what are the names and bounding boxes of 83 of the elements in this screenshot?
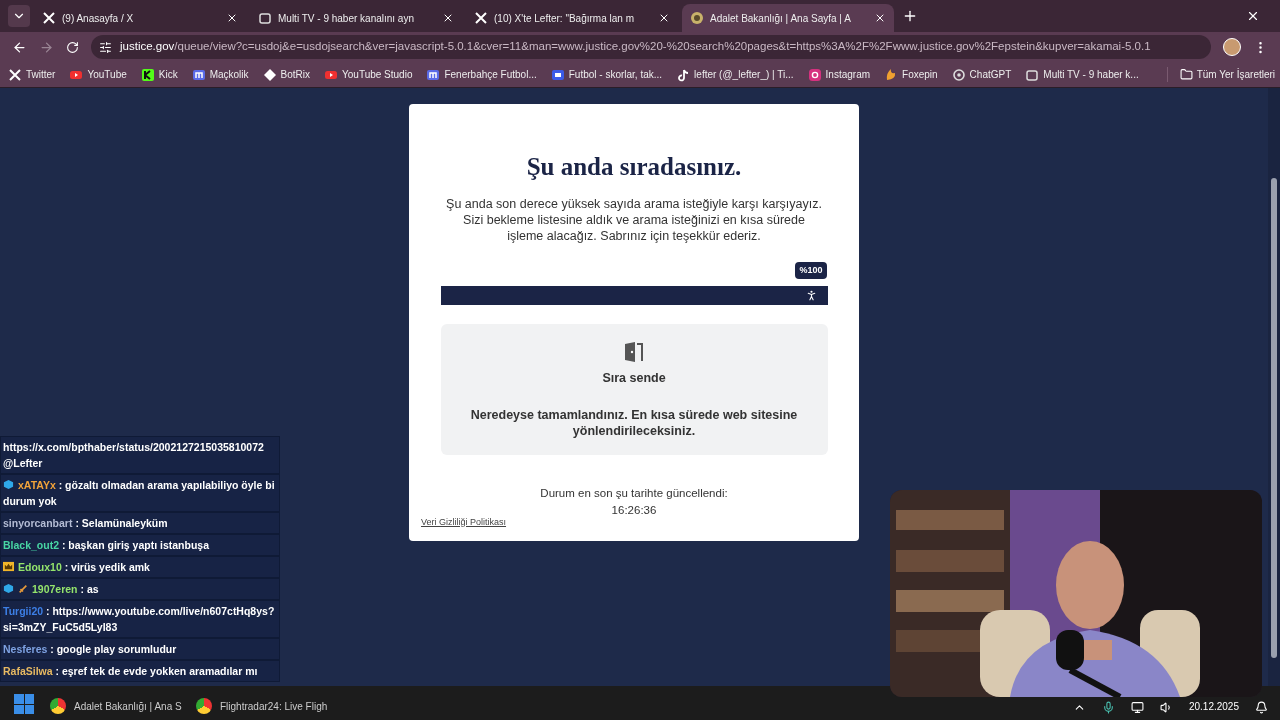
browser-icon [196,698,212,714]
folder-icon [1179,68,1193,81]
tab-title: Multi TV - 9 haber kanalını ayn [278,11,415,26]
close-tab-icon[interactable] [442,12,454,24]
status-text: Neredeyse tamamlandınız. En kısa sürede web sitesine yönlendirileceksiniz. [469,406,799,439]
volume-icon[interactable] [1159,701,1173,714]
bookmark-item[interactable]: lefter (@_lefter_) | Ti... [676,67,794,82]
chat-message: Edoux10 : virüs yedik amk [1,557,279,577]
network-icon[interactable] [1130,701,1144,714]
browser-tab[interactable]: Adalet Bakanlığı | Ana Sayfa | A [682,4,894,32]
reload-icon[interactable] [66,40,79,54]
all-bookmarks-button[interactable]: Tüm Yer İşaretleri [1166,67,1276,82]
m-logo-icon [426,67,441,82]
forward-icon[interactable] [39,39,54,55]
crown-icon [3,561,14,572]
bookmark-item[interactable]: Futbol - skorlar, tak... [550,67,663,82]
flower-logo-icon [951,67,966,82]
diamond-icon [262,67,277,82]
progress-label: %100 [795,261,827,279]
cube-icon [3,479,14,490]
taskbar-app[interactable]: Flightradar24: Live Fligh [196,698,326,714]
chat-message: Black_out2 : başkan giriş yaptı istanbuşa [1,535,279,555]
chat-message: https://x.com/bpthaber/status/2002127215035810072 @Lefter [1,437,279,473]
close-window-icon[interactable] [1246,9,1260,23]
bookmark-item[interactable]: Instagram [807,67,871,82]
address-field[interactable]: justice.gov/queue/view?c=usdoj&e=usdojsearch&ver=javascript-5.0.1&cver=11&man=www.justice.gov%20-%20search%20pages&t=https%3A%2F%2Fwww.justice.gov%2Fepstein&kupver=akamai-5.0.1 [91,35,1211,59]
bookmark-item[interactable]: BotRix [262,67,310,82]
tv-icon [258,11,272,25]
bookmark-item[interactable]: ChatGPT [951,67,1012,82]
new-tab-icon[interactable] [902,8,918,24]
square-logo-icon [550,67,565,82]
chat-message: xATAYx : gözaltı olmadan arama yapılabiliyo öyle bi durum yok [1,475,279,511]
cube-icon [3,583,14,594]
taskbar-app[interactable]: Adalet Bakanlığı | Ana S [50,698,180,714]
bookmark-item[interactable]: YouTube Studio [324,67,413,82]
sword-icon [18,584,28,594]
m-logo-icon [191,67,206,82]
microphone-icon[interactable] [1101,701,1115,714]
note-logo-icon [676,67,691,82]
close-tab-icon[interactable] [226,12,238,24]
chat-message: Nesferes : google play sorumludur [1,639,279,659]
x-logo-icon [8,67,22,82]
emblem-icon [690,11,704,25]
tab-title: Adalet Bakanlığı | Ana Sayfa | A [710,11,852,26]
updated-label: Durum en son şu tarihte güncellendi: [540,486,728,501]
chat-message: 1907eren : as [1,579,279,599]
status-title: Sıra sende [602,370,666,387]
x-logo-icon [474,11,488,25]
bookmark-item[interactable]: Multi TV - 9 haber k... [1025,67,1139,82]
chat-message: sinyorcanbart : Selamünaleyküm [1,513,279,533]
notification-icon[interactable] [1255,701,1268,714]
updated-time: 16:26:36 [611,503,657,519]
start-button[interactable] [14,694,34,714]
kick-logo-icon [140,67,155,82]
tab-title: (9) Anasayfa / X [62,11,135,26]
door-icon [623,342,645,362]
url-text: justice.gov/queue/view?c=usdoj&e=usdojsearch&ver=javascript-5.0.1&cver=11&man=www.justice.gov%20-%20search%20pages&t=https%3A%2F%2Fwww.justice.gov%2Fepstein&kupver=akamai-5.0.1 [120,39,1151,55]
browser-tab[interactable]: Multi TV - 9 haber kanalını ayn [250,4,462,32]
chat-message: RafaSilwa : eşref tek de evde yokken aramadılar mı [1,661,279,681]
profile-avatar[interactable] [1223,38,1241,56]
back-icon[interactable] [12,39,27,55]
close-tab-icon[interactable] [874,12,886,24]
tab-list-button[interactable] [8,5,30,27]
bookmark-item[interactable]: YouTube [69,67,127,82]
browser-tab[interactable]: (9) Anasayfa / X [34,4,246,32]
tv-icon [1025,67,1040,82]
bookmark-item[interactable]: Foxepin [884,67,938,82]
queue-title: Şu anda sıradasınız. [526,152,742,182]
bookmark-item[interactable]: Fenerbahçe Futbol... [426,67,537,82]
bookmark-item[interactable]: Maçkolik [191,67,249,82]
browser-tab[interactable]: (10) X'te Lefter: "Bağırma lan m [466,4,678,32]
chat-message: Turgii20 : https://www.youtube.com/live/n607ctHq8ys?si=3mZY_FuC5d5LyI83 [1,601,279,637]
tab-title: (10) X'te Lefter: "Bağırma lan m [494,11,635,26]
x-logo-icon [42,11,56,25]
site-info-icon[interactable] [99,40,112,54]
browser-icon [50,698,66,714]
clock-date: 20.12.2025 [1188,700,1239,714]
privacy-link[interactable]: Veri Gizliliği Politikası [421,515,507,529]
camera-logo-icon [807,67,822,82]
close-tab-icon[interactable] [658,12,670,24]
queue-intro: Şu anda son derece yüksek sayıda arama isteğiyle karşı karşıyayız. Sizi bekleme listesine aldık ve arama isteğinizi en kısa sürede işleme alacağız. Sabrınız için teşekkür ederiz. [445,195,823,244]
bookmark-item[interactable]: Kick [140,67,178,82]
bookmark-item[interactable]: Twitter [8,67,56,82]
